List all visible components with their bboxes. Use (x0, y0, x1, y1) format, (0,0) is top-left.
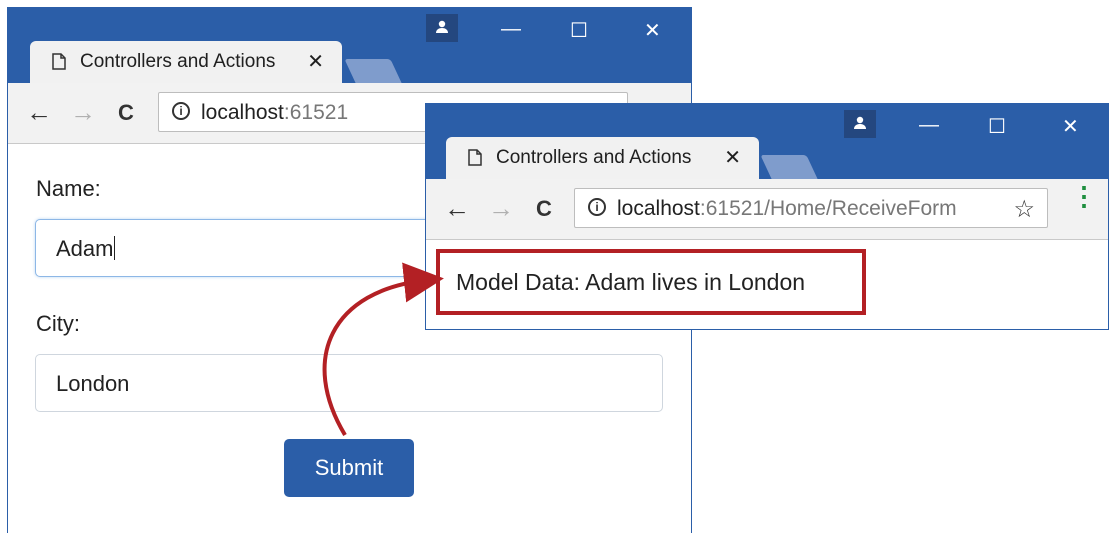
flow-arrow (322, 262, 444, 437)
arrow-curve (322, 262, 444, 437)
